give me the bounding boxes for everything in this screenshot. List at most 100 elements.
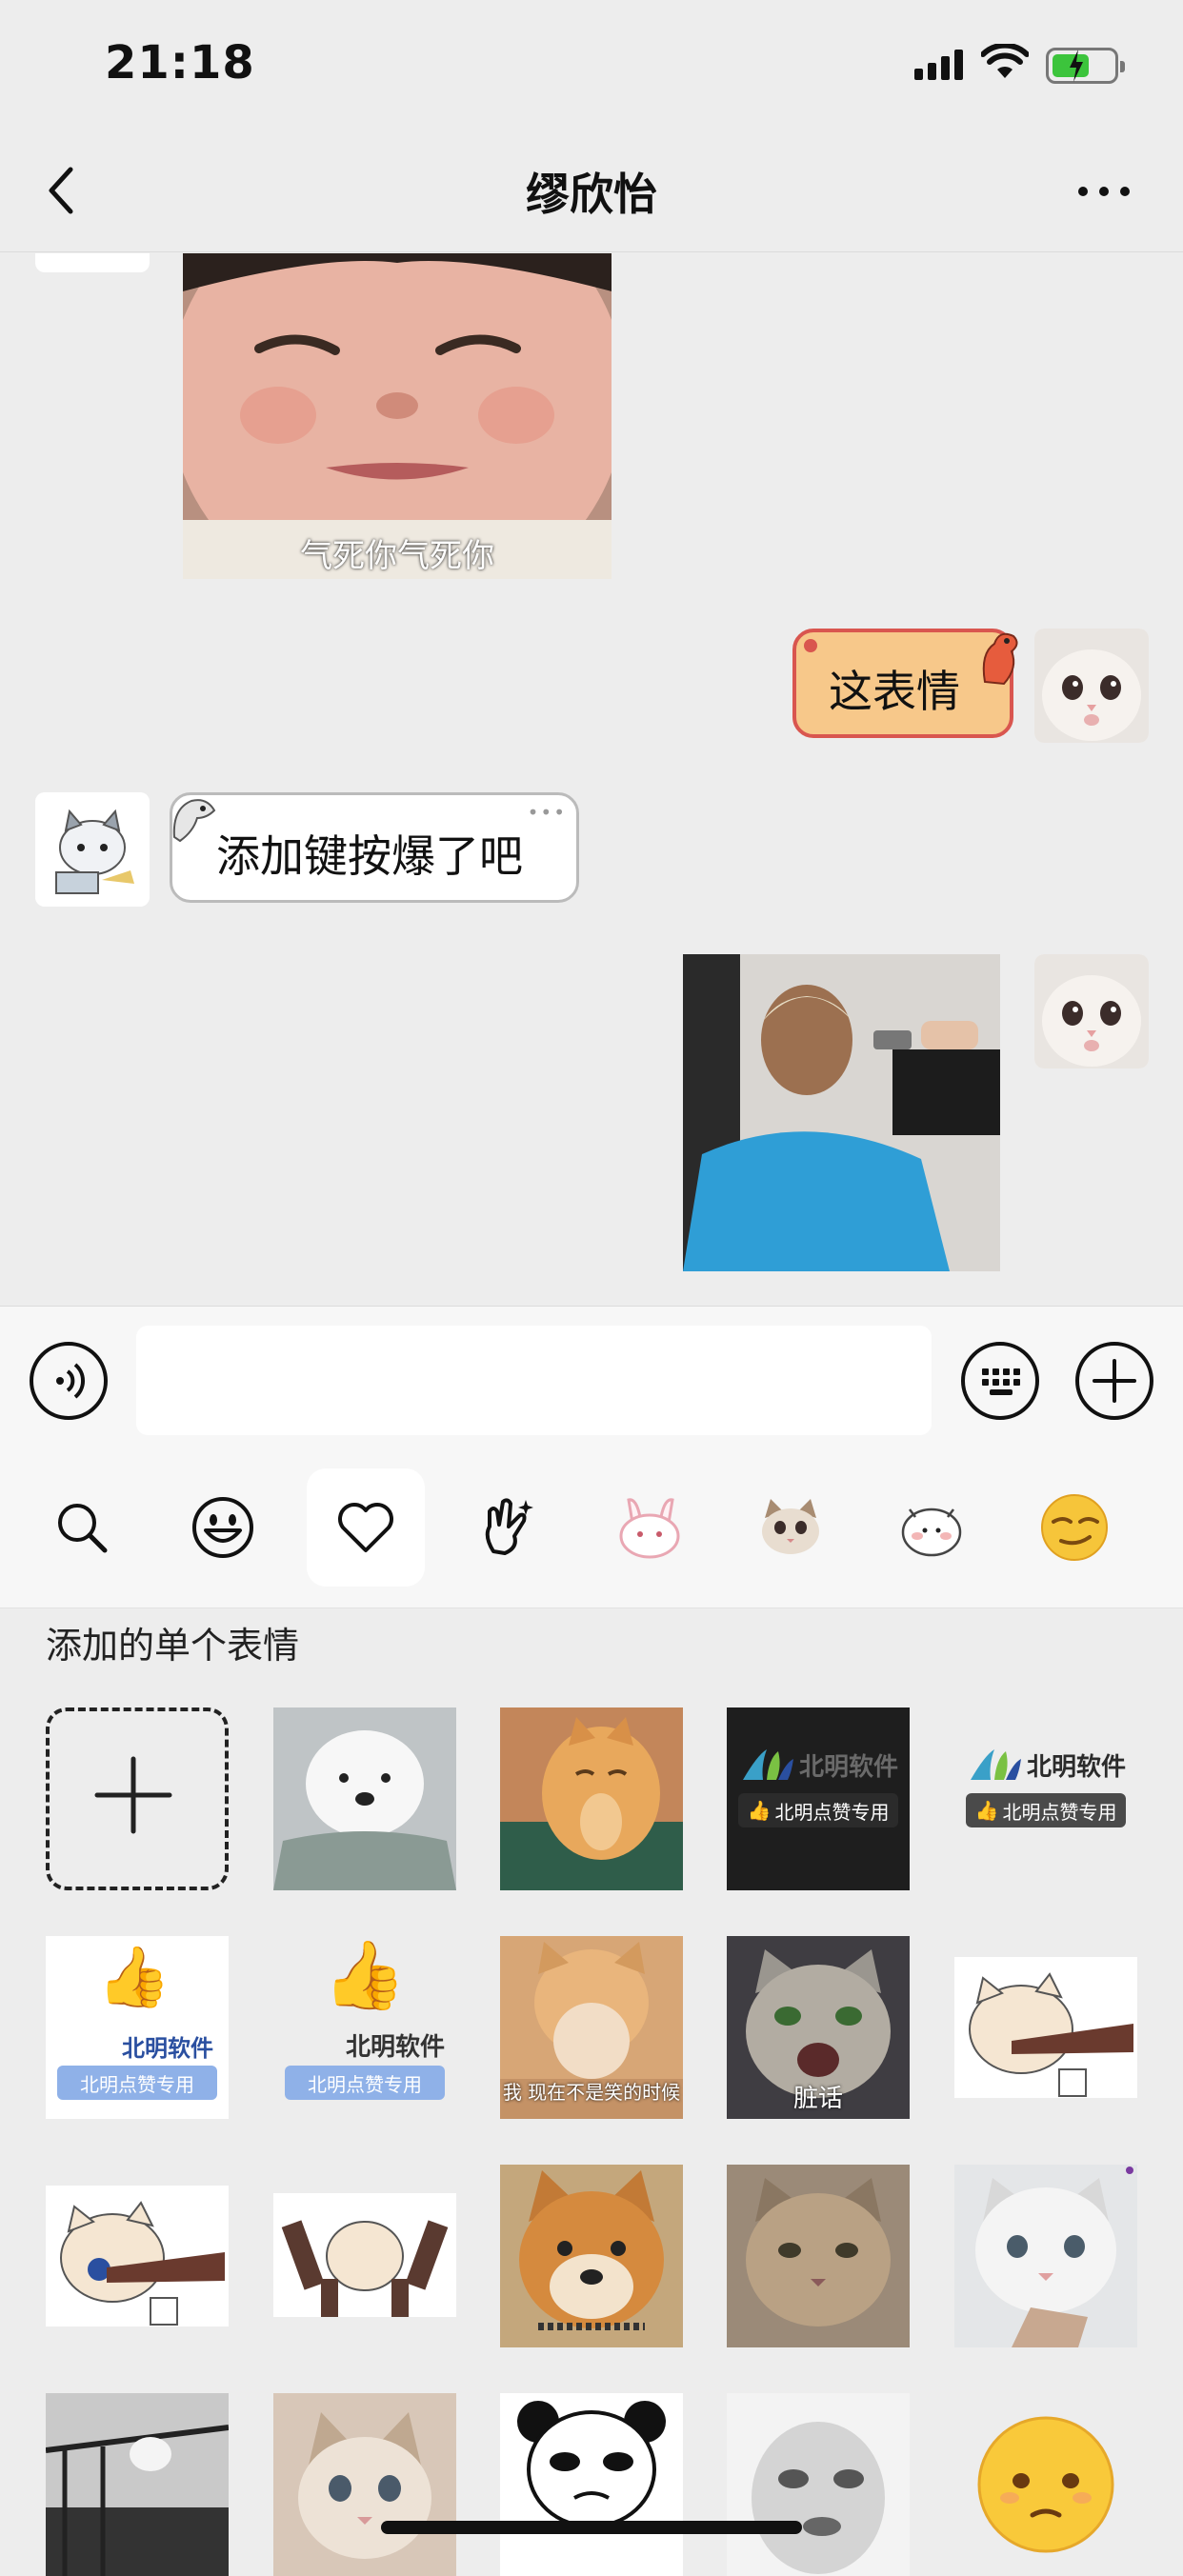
kitten-sticker (273, 2393, 456, 2576)
tab-favorites[interactable] (307, 1468, 425, 1587)
keyboard-icon (982, 1368, 1020, 1395)
more-icon[interactable] (1076, 181, 1133, 200)
sticker-item[interactable] (954, 1936, 1137, 2119)
heart-icon (338, 1503, 393, 1552)
sticker-item[interactable] (273, 2393, 456, 2576)
white-cat-sticker (954, 2165, 1137, 2347)
tab-sticker-cat[interactable] (732, 1468, 850, 1587)
sticker-caption: 脏话 (792, 2085, 843, 2113)
bunny-sticker (619, 1498, 680, 1559)
add-sticker-button[interactable] (46, 1707, 229, 1890)
cartoon-cat-drink-sticker (954, 1957, 1137, 2098)
sticker-item[interactable] (727, 2165, 910, 2347)
thumbs-up-icon: 👍 (974, 1799, 999, 1822)
voice-icon (56, 1363, 86, 1399)
like-label: 北明点赞专用 (1002, 1800, 1117, 1824)
sticker-item[interactable] (500, 2393, 683, 2576)
sticker-item[interactable]: 👍 北明软件 北明点赞专用 (46, 1936, 229, 2119)
like-badge: 👍 北明点赞专用 (738, 1793, 898, 1827)
thumbs-up-icon: 👍 (323, 1936, 407, 2014)
sticker-caption: 气死你气死你 (300, 537, 494, 575)
signal-icon (914, 50, 964, 80)
chat-area[interactable]: 气死你气死你 这表情 添加键按爆了吧 ••• (0, 253, 1183, 1306)
plus-icon (94, 1756, 172, 1834)
thumbs-up-icon: 👍 (747, 1799, 772, 1822)
tab-search[interactable] (23, 1468, 141, 1587)
cartoon-cat-bottles-sticker (273, 2193, 456, 2317)
section-title: 添加的单个表情 (46, 1625, 300, 1667)
pleading-face-sticker (977, 2416, 1114, 2553)
cat-sticker (762, 1499, 819, 1554)
emoji-tab-bar (0, 1453, 1183, 1608)
white-dog-sticker (273, 1707, 456, 1890)
sticker-item[interactable]: 北明软件 👍 北明点赞专用 (727, 1707, 910, 1890)
search-icon (58, 1504, 108, 1553)
brand-text: 北明软件 (1027, 1753, 1127, 1782)
message-text: 这表情 (829, 666, 960, 717)
tab-sticker-bunny[interactable] (591, 1468, 709, 1587)
tab-sticker-bun[interactable] (872, 1468, 991, 1587)
more-functions-button[interactable] (1075, 1342, 1153, 1420)
status-time: 21:18 (105, 36, 255, 90)
wifi-icon (981, 44, 1029, 78)
brand-text: 北明软件 (799, 1753, 899, 1782)
sticker-message[interactable]: 气死你气死你 (183, 253, 612, 579)
sticker-item[interactable]: 脏话 (727, 1936, 910, 2119)
sticker-item[interactable] (46, 2393, 229, 2576)
sticker-item[interactable] (954, 2393, 1137, 2576)
sticker-item[interactable]: 北明软件 👍 北明点赞专用 (954, 1707, 1137, 1890)
message-input[interactable] (136, 1326, 932, 1435)
my-avatar[interactable] (1034, 954, 1149, 1068)
image-message[interactable] (683, 954, 1000, 1271)
cartoon-cat-avatar-image (35, 792, 150, 907)
incoming-message-bubble[interactable]: 添加键按爆了吧 ••• (170, 792, 579, 903)
blurry-face-sticker (727, 2393, 910, 2576)
dinosaur-decoration-icon (172, 799, 216, 843)
haircut-photo (683, 954, 1000, 1271)
cat-on-rail-sticker (46, 2393, 229, 2576)
beiming-logo-icon (743, 1749, 793, 1780)
cartoon-cat-drink-sticker (46, 2186, 229, 2326)
sticker-caption: 我 现在不是笑的时候 (502, 2081, 681, 2104)
outgoing-message-bubble[interactable]: 这表情 (792, 629, 1018, 738)
battery-icon (1046, 48, 1125, 84)
contact-avatar[interactable] (35, 792, 150, 907)
sticker-item[interactable] (273, 2165, 456, 2347)
hand-icon (485, 1498, 533, 1555)
tab-sticker-hand[interactable] (448, 1468, 566, 1587)
tabby-cat-sticker (727, 2165, 910, 2347)
sticker-item[interactable] (727, 2393, 910, 2576)
dots-decoration-icon: ••• (527, 801, 567, 824)
sticker-item[interactable] (500, 1707, 683, 1890)
my-avatar[interactable] (1034, 629, 1149, 743)
dinosaur-decoration-icon (982, 632, 1018, 686)
status-bar: 21:18 (0, 0, 1183, 133)
nav-bar: 缪欣怡 (0, 133, 1183, 252)
sticker-item[interactable] (46, 2165, 229, 2347)
sticker-item[interactable] (273, 1707, 456, 1890)
chat-title: 缪欣怡 (526, 169, 657, 220)
sticker-item[interactable] (500, 2165, 683, 2347)
home-indicator[interactable] (381, 2521, 802, 2534)
like-label: 北明点赞专用 (285, 2066, 445, 2100)
avatar[interactable] (35, 253, 150, 272)
beiming-logo-icon (971, 1749, 1021, 1780)
sticker-item[interactable]: 我 现在不是笑的时候 (500, 1936, 683, 2119)
sticker-item[interactable]: 👍 北明软件 北明点赞专用 (273, 1936, 456, 2119)
shiba-dog-sticker (500, 2165, 683, 2347)
brand-text: 北明软件 (122, 2035, 213, 2062)
cat-avatar-image (1034, 629, 1149, 743)
smug-face-sticker (1041, 1494, 1108, 1561)
cat-avatar-image (1034, 954, 1149, 1068)
sticker-item[interactable] (954, 2165, 1137, 2347)
thumbs-up-icon: 👍 (97, 1942, 171, 2011)
voice-button[interactable] (30, 1342, 108, 1420)
bun-sticker (901, 1508, 962, 1557)
tab-sticker-smug[interactable] (1015, 1468, 1133, 1587)
tab-emoji[interactable] (164, 1468, 282, 1587)
sticker-panel[interactable]: 添加的单个表情 北明软件 👍 北明点赞专用 北明软件 👍 北明点赞专用 👍 北明… (0, 1608, 1183, 2576)
strawberry-decoration-icon (804, 639, 817, 652)
like-badge: 👍 北明点赞专用 (966, 1793, 1126, 1827)
orange-cat-praying-sticker (500, 1707, 683, 1890)
keyboard-button[interactable] (961, 1342, 1039, 1420)
